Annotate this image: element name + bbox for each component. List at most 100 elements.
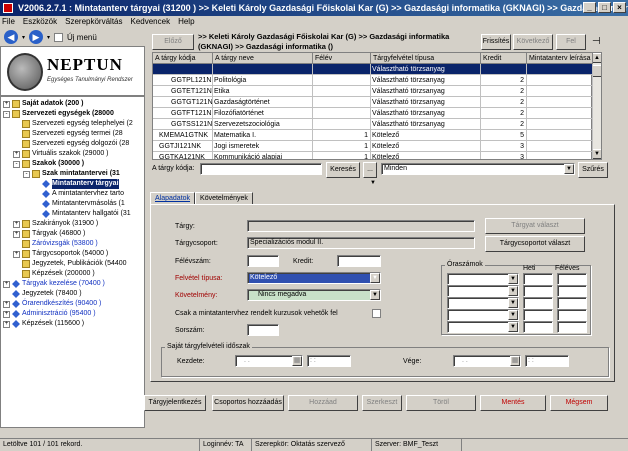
scroll-thumb[interactable] — [592, 65, 601, 77]
tree-item[interactable]: Záróvizsgák (53800 ) — [13, 239, 98, 249]
table-row[interactable]: Választható törzsanyag — [153, 64, 593, 75]
more-button[interactable]: ... — [363, 162, 377, 178]
tree-item[interactable]: Jegyzetek (78400 ) — [3, 289, 82, 299]
pin-icon[interactable]: ⊣ — [592, 36, 601, 47]
expand-icon[interactable]: + — [13, 230, 20, 238]
expand-icon[interactable]: + — [3, 310, 10, 318]
table-row[interactable]: GGTET121NK Etika Választható törzsanyag 2 — [153, 86, 593, 97]
expand-icon[interactable]: + — [3, 100, 10, 108]
collapse-icon[interactable]: - — [13, 160, 20, 168]
scroll-up-icon[interactable]: ▲ — [592, 53, 601, 63]
up-button[interactable]: Fel — [556, 34, 586, 50]
maximize-button[interactable]: □ — [598, 2, 611, 13]
minimize-button[interactable]: _ — [583, 2, 596, 13]
select-subject-button[interactable]: Tárgyat választ — [485, 218, 585, 234]
semester-hours-input[interactable] — [557, 273, 587, 285]
scroll-down-icon[interactable]: ▼ — [592, 149, 601, 159]
filter-button[interactable]: Szűrés — [578, 162, 608, 178]
calendar-icon[interactable]: ▦ — [292, 356, 302, 366]
group-add-button[interactable]: Csoportos hozzáadás — [212, 395, 284, 411]
start-time-input[interactable]: : : — [307, 355, 351, 367]
menu-help[interactable]: Help — [178, 16, 194, 28]
delete-button[interactable]: Töröl — [406, 395, 476, 411]
column-header[interactable]: Kredit — [481, 53, 527, 64]
expand-icon[interactable]: + — [13, 220, 20, 228]
semester-hours-input[interactable] — [557, 285, 587, 297]
chevron-down-icon[interactable]: ▼ — [508, 310, 518, 320]
end-time-input[interactable]: : : — [525, 355, 569, 367]
start-date-input[interactable]: . . ▦ — [235, 355, 303, 367]
hours-type-select[interactable]: ▼ — [447, 285, 519, 297]
tree-item[interactable]: Képzések (200000 ) — [13, 269, 95, 279]
chevron-down-icon[interactable]: ▼ — [370, 290, 380, 300]
add-button[interactable]: Hozzáad — [288, 395, 358, 411]
tree-item[interactable]: + Órarendkészítés (90400 ) — [3, 299, 101, 309]
end-date-input[interactable]: . . ▦ — [453, 355, 521, 367]
tree-item[interactable]: Szervezeti egység termei (28 — [13, 129, 123, 139]
chevron-down-icon[interactable]: ▼ — [564, 164, 574, 174]
next-button[interactable]: Következő — [513, 34, 553, 50]
weekly-hours-input[interactable] — [523, 273, 553, 285]
weekly-hours-input[interactable] — [523, 309, 553, 321]
hours-type-select[interactable]: ▼ — [447, 273, 519, 285]
chevron-down-icon[interactable]: ▼ — [508, 322, 518, 332]
refresh-button[interactable]: Frissítés — [481, 34, 511, 50]
menu-role-switch[interactable]: Szerepkörváltás — [65, 16, 122, 28]
back-icon[interactable]: ◀ — [4, 30, 18, 44]
tree-item[interactable]: Szervezeti egység telephelyei (2 — [13, 119, 133, 129]
tree-item[interactable]: Mintatanterv tárgyai — [33, 179, 119, 189]
save-button[interactable]: Mentés — [480, 395, 546, 411]
chevron-down-icon[interactable]: ▼ — [370, 273, 380, 283]
edit-button[interactable]: Szerkeszt — [362, 395, 402, 411]
semester-input[interactable] — [247, 255, 279, 267]
semester-hours-input[interactable] — [557, 321, 587, 333]
weekly-hours-input[interactable] — [523, 285, 553, 297]
hours-type-select[interactable]: ▼ — [447, 309, 519, 321]
menu-file[interactable]: File — [2, 16, 15, 28]
search-input[interactable] — [200, 163, 322, 175]
cancel-button[interactable]: Mégsem — [550, 395, 608, 411]
requirement-select[interactable]: Nincs megadva ▼ — [247, 289, 381, 301]
hours-type-select[interactable]: ▼ — [447, 321, 519, 333]
back-dropdown-icon[interactable]: ▾ — [22, 34, 25, 41]
table-row[interactable]: GGTFT121NK Filozófiatörténet Választható t… — [153, 108, 593, 119]
new-menu-checkbox[interactable] — [54, 32, 64, 42]
table-row[interactable]: GGTSS121NK Szervezetszociológia Választhat… — [153, 119, 593, 130]
tree-item[interactable]: + Szakirányok (31900 ) — [13, 219, 98, 229]
expand-icon[interactable]: + — [3, 300, 10, 308]
tree-item[interactable]: - Szak mintatantervei (31 — [23, 169, 120, 179]
semester-hours-input[interactable] — [557, 309, 587, 321]
expand-icon[interactable]: + — [3, 320, 10, 328]
table-row[interactable]: GGTGT121NK Gazdaságtörténet Választható tö… — [153, 97, 593, 108]
only-linked-courses-checkbox[interactable] — [372, 309, 381, 318]
collapse-icon[interactable]: - — [3, 110, 10, 118]
column-header[interactable]: A tárgy kódja — [153, 53, 213, 64]
tree-item[interactable]: + Adminisztráció (95400 ) — [3, 309, 96, 319]
subject-enrollment-button[interactable]: Tárgyjelentkezés — [144, 395, 206, 411]
column-header[interactable]: Tárgyfelvétel típusa — [371, 53, 481, 64]
tree-item[interactable]: - Szervezeti egységek (28000 — [3, 109, 114, 119]
tree-item[interactable]: Mintatantervmásolás (1 — [33, 199, 125, 209]
chevron-down-icon[interactable]: ▼ — [508, 274, 518, 284]
tree-item[interactable]: + Saját adatok (200 ) — [3, 99, 83, 109]
tab-basic-data[interactable]: Alapadatok — [150, 192, 196, 204]
column-header[interactable]: Félév — [313, 53, 371, 64]
tree-item[interactable]: + Tárgycsoportok (54000 ) — [13, 249, 108, 259]
calendar-icon[interactable]: ▦ — [510, 356, 520, 366]
table-row[interactable]: GGTJI121NK Jogi ismeretek 1 Kötelező 3 — [153, 141, 593, 152]
expand-icon[interactable]: + — [13, 150, 20, 158]
collapse-icon[interactable]: - — [23, 170, 30, 178]
subjects-grid[interactable]: ▲ ▼ A tárgy kódja A tárgy neve Félév Tárgyf… — [152, 52, 602, 160]
enrollment-type-select[interactable]: Kötelező ▼ — [247, 272, 381, 284]
menu-tools[interactable]: Eszközök — [23, 16, 57, 28]
column-header[interactable]: A tárgy neve — [213, 53, 313, 64]
search-button[interactable]: Keresés — [326, 162, 360, 178]
column-header[interactable]: Mintatanterv leírása — [527, 53, 593, 64]
weekly-hours-input[interactable] — [523, 321, 553, 333]
select-subject-group-button[interactable]: Tárgycsoportot választ — [485, 236, 585, 252]
credit-input[interactable] — [337, 255, 381, 267]
weekly-hours-input[interactable] — [523, 297, 553, 309]
expand-icon[interactable]: + — [13, 250, 20, 258]
filter-select[interactable]: Minden ▼ — [381, 163, 575, 175]
table-row[interactable]: KMEMA1GTNK Matematika I. 1 Kötelező 5 — [153, 130, 593, 141]
